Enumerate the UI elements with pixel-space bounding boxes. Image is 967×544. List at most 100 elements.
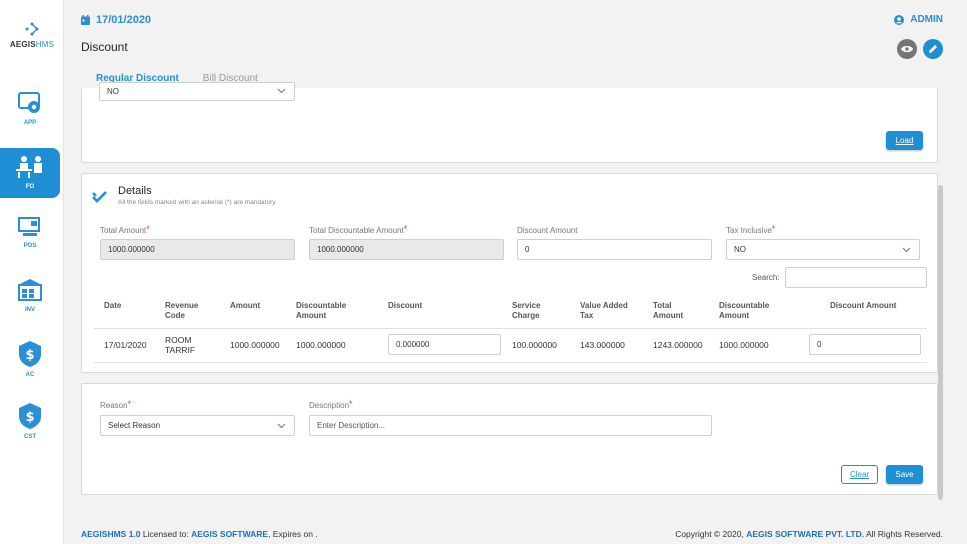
logo-accent-text: HMS xyxy=(35,40,55,49)
col-header-revenue-code[interactable]: Revenue Code xyxy=(165,301,198,321)
col-header-service-charge[interactable]: Service Charge xyxy=(512,301,540,321)
search-input[interactable] xyxy=(785,267,927,288)
chevron-down-icon xyxy=(277,423,286,429)
sidebar: AEGISHMS APP FO POS INV $ AC $ CST xyxy=(0,0,64,544)
col-header-vat[interactable]: Value Added Tax xyxy=(580,301,628,321)
footer-licensed-to: Licensed to: xyxy=(140,529,192,539)
col-header-amount[interactable]: Amount xyxy=(230,301,260,311)
view-button[interactable] xyxy=(897,39,917,59)
inventory-icon xyxy=(18,279,42,301)
sidebar-item-inv[interactable]: INV xyxy=(0,277,60,327)
sidebar-item-app[interactable]: APP xyxy=(0,90,60,140)
user-menu[interactable]: ADMIN xyxy=(894,14,943,25)
load-button-label: Load xyxy=(895,136,914,145)
cell-date: 17/01/2020 xyxy=(104,340,147,350)
discount-amount-input[interactable]: 0 xyxy=(517,239,712,260)
cell-discount-amount-input[interactable]: 0 xyxy=(809,334,921,355)
reason-select[interactable]: Select Reason xyxy=(100,415,295,436)
clear-button-label: Clear xyxy=(849,470,870,479)
cell-discount-input[interactable]: 0.000000 xyxy=(388,334,501,355)
tax-inclusive-value: NO xyxy=(734,245,746,254)
chevron-down-icon xyxy=(277,88,286,94)
app-logo[interactable]: AEGISHMS xyxy=(0,22,64,49)
col-header-discountable-amount[interactable]: Discountable Amount xyxy=(296,301,346,321)
tax-inclusive-label: Tax Inclusive* xyxy=(726,224,776,235)
col-header-date[interactable]: Date xyxy=(104,301,121,311)
details-header: Details All the fields marked with an as… xyxy=(92,185,277,206)
col-header-discount-amount[interactable]: Discount Amount xyxy=(830,301,896,311)
current-date: 17/01/2020 xyxy=(81,14,151,26)
front-office-icon xyxy=(16,156,42,178)
cell-discountable-amount: 1000.000000 xyxy=(296,340,346,350)
accounts-icon: $ xyxy=(19,341,41,367)
double-check-icon xyxy=(92,191,107,203)
cell-service-charge: 100.000000 xyxy=(512,340,557,350)
total-discountable-amount-field: 1000.000000 xyxy=(309,239,504,260)
pencil-icon xyxy=(929,45,937,53)
footer-copyright: Copyright © 2020, AEGIS SOFTWARE PVT. LT… xyxy=(675,529,943,539)
reason-card: Reason* Select Reason Description* Enter… xyxy=(81,383,938,495)
footer-copyright-text: Copyright © 2020, xyxy=(675,529,747,539)
clear-button[interactable]: Clear xyxy=(841,465,878,484)
page-header: 17/01/2020 ADMIN Discount Regular Discou… xyxy=(64,0,967,91)
user-name: ADMIN xyxy=(910,14,943,25)
save-button-label: Save xyxy=(895,470,914,479)
footer-licensee: AEGIS SOFTWARE xyxy=(191,529,269,539)
sidebar-item-label: POS xyxy=(23,243,37,249)
sidebar-item-label: FO xyxy=(25,184,35,190)
total-discountable-amount-label: Total Discountable Amount* xyxy=(309,224,408,235)
edit-button[interactable] xyxy=(923,39,943,59)
sidebar-item-label: APP xyxy=(23,120,37,126)
sidebar-item-label: AC xyxy=(25,372,35,378)
mandatory-note: All the fields marked with an asterisk (… xyxy=(118,199,277,206)
chevron-down-icon xyxy=(902,247,911,253)
sidebar-item-ac[interactable]: $ AC xyxy=(0,340,60,390)
cost-icon: $ xyxy=(19,403,41,429)
footer-expires: , Expires on . xyxy=(268,529,318,539)
details-card: Details All the fields marked with an as… xyxy=(81,173,938,373)
table-header-divider xyxy=(94,328,927,329)
table-row-divider xyxy=(94,362,927,363)
search-label: Search: xyxy=(752,273,780,282)
cell-amount: 1000.000000 xyxy=(230,340,280,350)
col-header-total-amount[interactable]: Total Amount xyxy=(653,301,683,321)
app-settings-icon xyxy=(18,92,40,113)
sidebar-item-pos[interactable]: POS xyxy=(0,215,60,265)
reason-label: Reason* xyxy=(100,399,132,410)
save-button[interactable]: Save xyxy=(886,465,923,484)
total-amount-field: 1000.000000 xyxy=(100,239,295,260)
sidebar-item-cst[interactable]: $ CST xyxy=(0,402,60,452)
sidebar-item-label: CST xyxy=(24,434,36,440)
sidebar-item-fo[interactable]: FO xyxy=(0,148,60,198)
tax-inclusive-select[interactable]: NO xyxy=(726,239,920,260)
cell-discountable-amount-2: 1000.000000 xyxy=(719,340,769,350)
logo-icon xyxy=(25,22,39,36)
logo-main-text: AEGIS xyxy=(9,40,36,49)
svg-text:$: $ xyxy=(25,348,34,363)
date-text: 17/01/2020 xyxy=(96,14,152,26)
filter-select[interactable]: NO xyxy=(99,82,295,101)
load-button[interactable]: Load xyxy=(886,131,923,150)
sidebar-item-label: INV xyxy=(24,307,35,313)
filter-select-value: NO xyxy=(107,87,119,96)
footer-rights: All Rights Reserved. xyxy=(864,529,943,539)
pos-terminal-icon xyxy=(18,217,40,236)
col-header-discountable-amount-2[interactable]: Discountable Amount xyxy=(719,301,769,321)
filter-card: NO Load xyxy=(81,82,938,163)
cell-total-amount: 1243.000000 xyxy=(653,340,703,350)
main-scrollbar[interactable] xyxy=(938,185,943,500)
cell-vat: 143.000000 xyxy=(580,340,625,350)
description-label: Description* xyxy=(309,399,353,410)
user-icon xyxy=(894,14,905,25)
details-title: Details xyxy=(118,185,152,197)
description-input[interactable]: Enter Description... xyxy=(309,415,712,436)
reason-select-value: Select Reason xyxy=(108,421,161,430)
total-amount-label: Total Amount* xyxy=(100,224,150,235)
footer-license: AEGISHMS 1.0 Licensed to: AEGIS SOFTWARE… xyxy=(81,529,318,539)
col-header-discount[interactable]: Discount xyxy=(388,301,422,311)
svg-text:$: $ xyxy=(25,410,34,425)
calendar-icon xyxy=(81,15,90,25)
cell-revenue-code: ROOM TARRIF xyxy=(165,335,196,355)
page-title: Discount xyxy=(81,40,128,54)
discount-amount-label: Discount Amount xyxy=(517,226,578,235)
